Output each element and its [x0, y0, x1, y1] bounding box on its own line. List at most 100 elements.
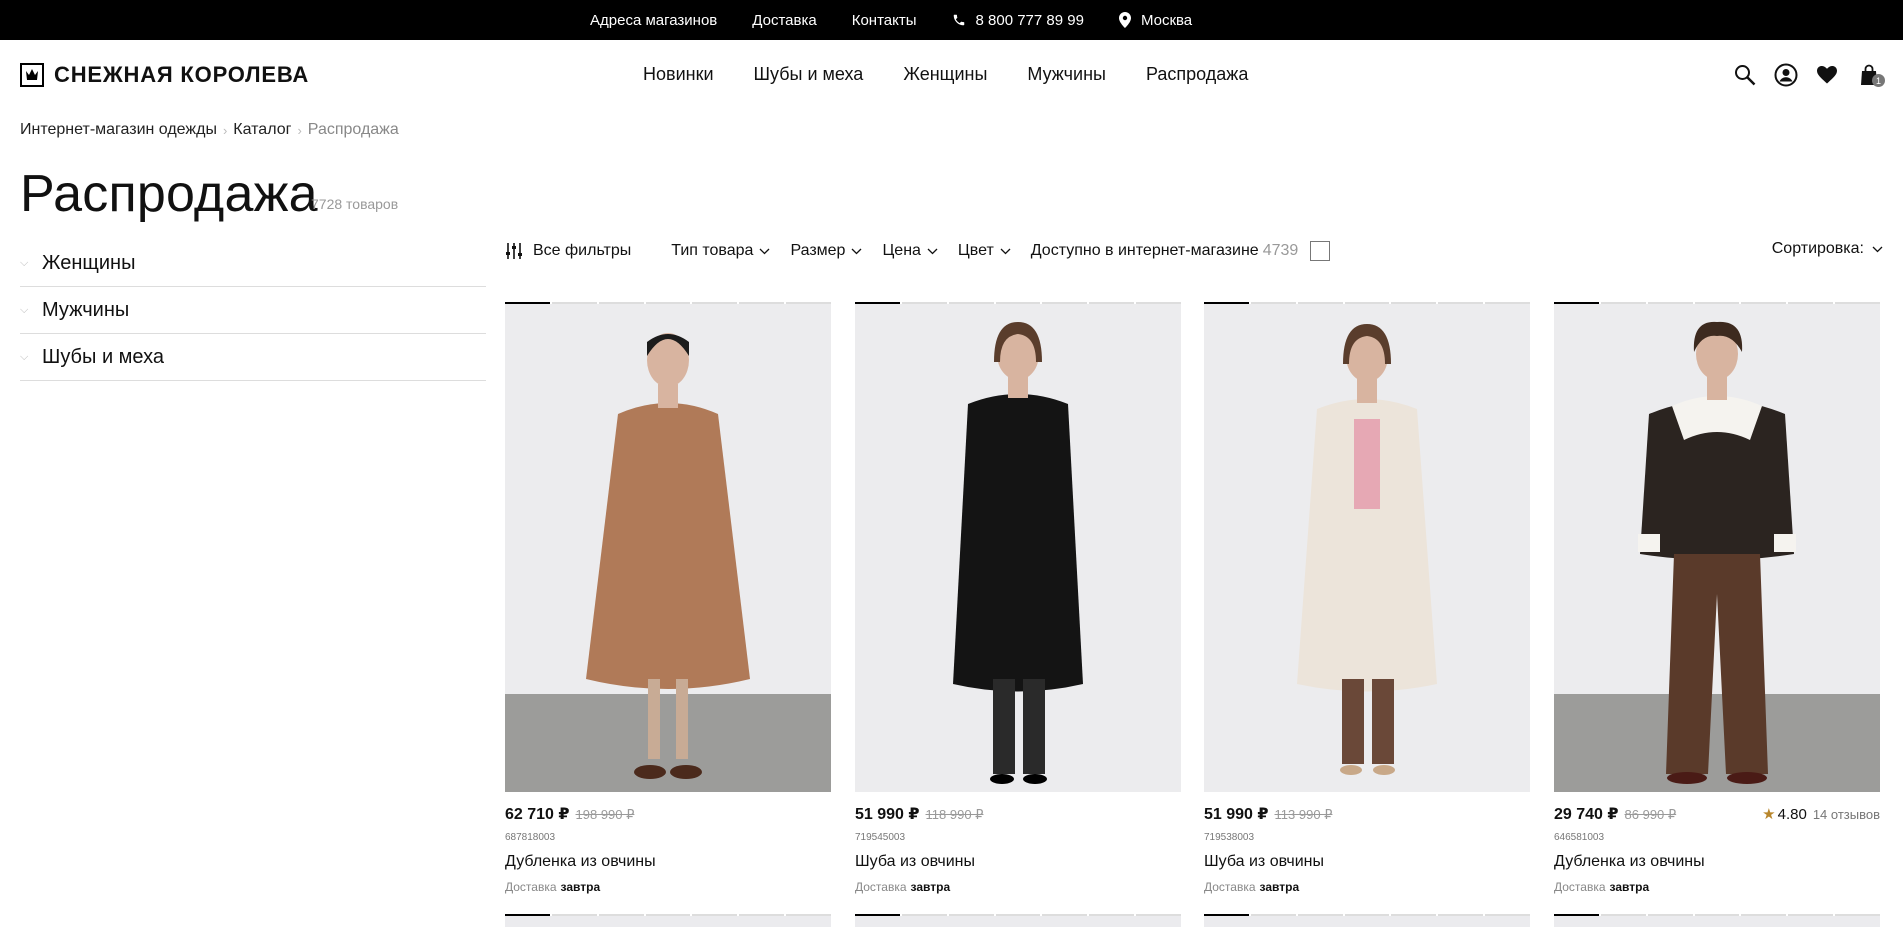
product-card[interactable]	[1554, 914, 1881, 927]
logo[interactable]: СНЕЖНАЯ КОРОЛЕВА	[20, 62, 309, 88]
account-icon[interactable]	[1773, 62, 1799, 88]
available-online-count: 4739	[1262, 242, 1299, 259]
filter-color-dropdown[interactable]: Цвет	[958, 242, 1011, 260]
delivery-label: Доставка	[505, 880, 557, 894]
delivery-info: Доставка завтра	[1204, 880, 1299, 894]
product-photo[interactable]	[1554, 304, 1880, 792]
price-row: 62 710 ₽ 198 990 ₽	[505, 804, 831, 824]
product-photo[interactable]	[505, 304, 831, 792]
product-photo[interactable]	[855, 304, 1181, 792]
product-old-price: 86 990 ₽	[1624, 807, 1677, 822]
cart-count-badge: 1	[1872, 74, 1885, 87]
product-price: 62 710 ₽	[505, 806, 570, 823]
city-selector[interactable]: Москва	[1118, 11, 1193, 29]
product-card[interactable]	[505, 914, 832, 927]
nav-sale[interactable]: Распродажа	[1146, 64, 1248, 85]
delivery-link[interactable]: Доставка	[752, 12, 816, 29]
filter-price-label: Цена	[882, 242, 921, 259]
delivery-info: Доставка завтра	[855, 880, 950, 894]
reviews-count[interactable]: 14 отзывов	[1813, 807, 1880, 822]
search-icon[interactable]	[1732, 62, 1758, 88]
filter-price-dropdown[interactable]: Цена	[882, 242, 938, 260]
product-card[interactable]	[1204, 914, 1531, 927]
phone-icon	[953, 14, 964, 26]
filter-type-dropdown[interactable]: Тип товара	[671, 242, 770, 260]
nav-furs[interactable]: Шубы и меха	[754, 64, 864, 85]
all-filters-label: Все фильтры	[533, 242, 632, 259]
product-price: 51 990 ₽	[1204, 806, 1269, 823]
chevron-down-icon	[851, 248, 862, 254]
filter-size-dropdown[interactable]: Размер	[790, 242, 862, 260]
nav-men[interactable]: Мужчины	[1027, 64, 1106, 85]
chevron-down-icon: ⌵	[20, 303, 29, 316]
product-name[interactable]: Дубленка из овчины	[1554, 853, 1705, 871]
product-old-price: 118 990 ₽	[925, 807, 984, 822]
rating-value: 4.80	[1777, 806, 1807, 823]
cart-icon[interactable]: 1	[1856, 62, 1885, 88]
sidebar-item-label: Шубы и меха	[42, 345, 165, 368]
stores-link[interactable]: Адреса магазинов	[590, 12, 717, 29]
sort-dropdown[interactable]: Сортировка:	[1772, 240, 1883, 258]
delivery-value: завтра	[910, 880, 951, 894]
breadcrumb: Интернет-магазин одежды › Каталог › Расп…	[20, 121, 399, 139]
crown-icon	[20, 63, 44, 87]
delivery-info: Доставка завтра	[1554, 880, 1649, 894]
product-name[interactable]: Шуба из овчины	[1204, 853, 1324, 871]
sidebar-item-women[interactable]: ⌵ Женщины	[20, 240, 486, 287]
product-sku: 719545003	[855, 832, 906, 843]
product-sku: 646581003	[1554, 832, 1605, 843]
breadcrumb-catalog[interactable]: Каталог	[233, 121, 291, 139]
delivery-value: завтра	[560, 880, 601, 894]
sidebar-item-furs[interactable]: ⌵ Шубы и меха	[20, 334, 486, 381]
product-photo[interactable]	[1204, 304, 1530, 792]
chevron-down-icon	[927, 248, 938, 254]
sort-label: Сортировка:	[1771, 240, 1864, 257]
available-online-label: Доступно в интернет-магазине	[1030, 242, 1259, 259]
filter-type-label: Тип товара	[671, 242, 754, 259]
product-sku: 719538003	[1204, 832, 1255, 843]
delivery-value: завтра	[1609, 880, 1650, 894]
phone-link[interactable]: 8 800 777 89 99	[952, 12, 1084, 29]
delivery-info: Доставка завтра	[505, 880, 600, 894]
filter-size-label: Размер	[790, 242, 846, 259]
delivery-label: Доставка	[1204, 880, 1256, 894]
star-icon: ★	[1762, 806, 1776, 823]
product-old-price: 113 990 ₽	[1274, 807, 1333, 822]
product-card[interactable]	[855, 914, 1182, 927]
product-photo[interactable]	[1204, 916, 1530, 927]
city-name: Москва	[1140, 11, 1193, 29]
breadcrumb-current: Распродажа	[307, 121, 399, 138]
chevron-down-icon	[1872, 246, 1883, 252]
delivery-value: завтра	[1259, 880, 1300, 894]
product-photo[interactable]	[855, 916, 1181, 927]
sidebar-item-label: Мужчины	[42, 298, 130, 321]
chevron-down-icon	[759, 248, 770, 254]
product-rating: ★ 4.80 14 отзывов	[1762, 805, 1880, 823]
sidebar-item-men[interactable]: ⌵ Мужчины	[20, 287, 486, 334]
product-photo[interactable]	[505, 916, 831, 927]
price-row: 51 990 ₽ 118 990 ₽	[855, 804, 1181, 824]
nav-women[interactable]: Женщины	[903, 64, 987, 85]
chevron-down-icon: ⌵	[20, 256, 29, 269]
location-pin-icon	[1118, 12, 1131, 28]
price-row: 29 740 ₽ 86 990 ₽ ★ 4.80 14 отзывов	[1554, 804, 1880, 824]
contacts-link[interactable]: Контакты	[852, 12, 917, 29]
product-name[interactable]: Шуба из овчины	[855, 853, 975, 871]
heart-icon[interactable]	[1814, 62, 1840, 88]
available-online-filter: Доступно в интернет-магазине 4739	[1031, 241, 1331, 261]
breadcrumb-home[interactable]: Интернет-магазин одежды	[20, 121, 217, 139]
delivery-label: Доставка	[855, 880, 907, 894]
product-name[interactable]: Дубленка из овчины	[505, 853, 656, 871]
phone-number: 8 800 777 89 99	[975, 11, 1084, 29]
page-title: Распродажа	[20, 165, 318, 223]
nav-new[interactable]: Новинки	[643, 64, 714, 85]
filter-color-label: Цвет	[957, 242, 994, 259]
all-filters-button[interactable]: Все фильтры	[505, 242, 631, 260]
product-price: 51 990 ₽	[855, 806, 920, 823]
available-online-checkbox[interactable]	[1310, 241, 1331, 261]
header-icons: 1	[1723, 62, 1903, 90]
header: СНЕЖНАЯ КОРОЛЕВА Новинки Шубы и меха Жен…	[0, 40, 1903, 110]
product-sku: 687818003	[505, 832, 556, 843]
product-photo[interactable]	[1554, 916, 1880, 927]
chevron-down-icon	[1000, 248, 1011, 254]
